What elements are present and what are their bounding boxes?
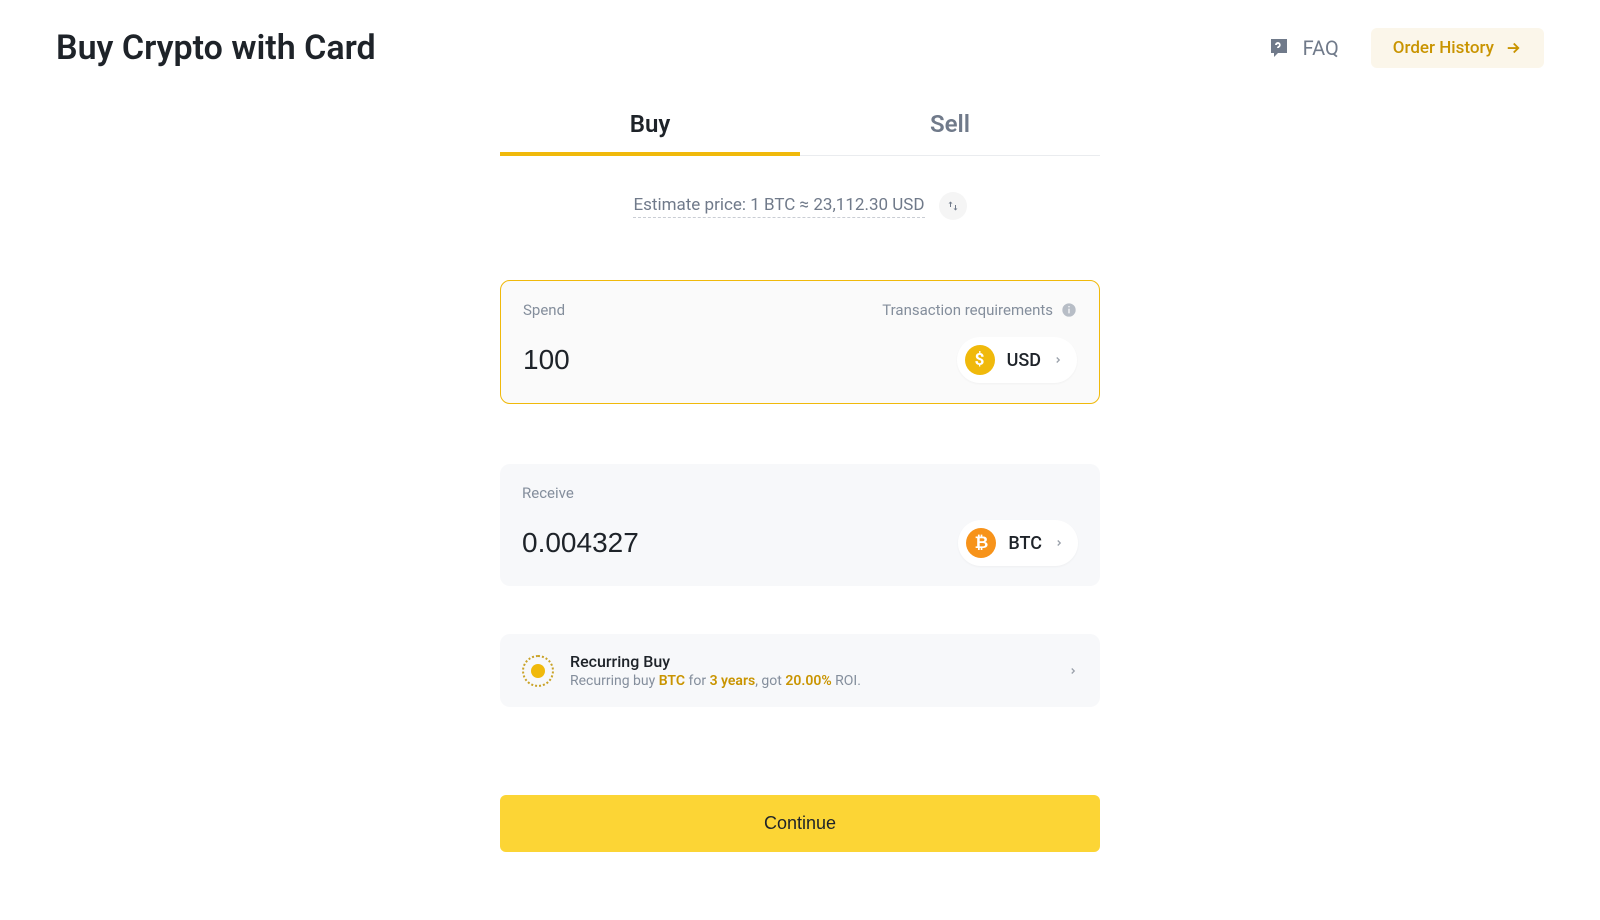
- receive-currency-symbol: BTC: [1008, 533, 1042, 554]
- receive-label: Receive: [522, 484, 574, 502]
- spend-currency-symbol: USD: [1007, 350, 1041, 371]
- btc-icon: ₿: [966, 528, 996, 558]
- order-history-label: Order History: [1393, 38, 1494, 58]
- order-history-button[interactable]: Order History: [1371, 28, 1544, 68]
- receive-input[interactable]: [522, 527, 856, 559]
- receive-card: Receive ₿ BTC: [500, 464, 1100, 586]
- recurring-icon: [522, 655, 554, 687]
- transaction-requirements[interactable]: Transaction requirements: [882, 301, 1077, 319]
- spend-label: Spend: [523, 301, 565, 319]
- tx-req-label: Transaction requirements: [882, 301, 1053, 319]
- swap-icon: [947, 200, 959, 212]
- chevron-right-icon: [1068, 666, 1078, 676]
- spend-currency-selector[interactable]: $ USD: [957, 337, 1077, 383]
- estimate-price: Estimate price: 1 BTC ≈ 23,112.30 USD: [633, 195, 924, 218]
- recurring-subtitle: Recurring buy BTC for 3 years, got 20.00…: [570, 673, 861, 689]
- chevron-right-icon: [1054, 538, 1064, 548]
- faq-label: FAQ: [1303, 36, 1339, 60]
- receive-currency-selector[interactable]: ₿ BTC: [958, 520, 1078, 566]
- info-icon: [1061, 302, 1077, 318]
- chevron-right-icon: [1053, 355, 1063, 365]
- recurring-title: Recurring Buy: [570, 652, 861, 671]
- continue-button[interactable]: Continue: [500, 795, 1100, 852]
- spend-input[interactable]: [523, 344, 855, 376]
- recurring-buy-row[interactable]: Recurring Buy Recurring buy BTC for 3 ye…: [500, 634, 1100, 707]
- buy-sell-tabs: Buy Sell: [500, 98, 1100, 156]
- tab-buy[interactable]: Buy: [500, 98, 800, 156]
- tab-sell[interactable]: Sell: [800, 98, 1100, 156]
- arrow-right-icon: [1504, 39, 1522, 57]
- faq-icon: [1267, 36, 1291, 60]
- usd-icon: $: [965, 345, 995, 375]
- page-title: Buy Crypto with Card: [56, 28, 376, 68]
- faq-link[interactable]: FAQ: [1267, 36, 1339, 60]
- swap-button[interactable]: [939, 192, 967, 220]
- spend-card: Spend Transaction requirements $ USD: [500, 280, 1100, 404]
